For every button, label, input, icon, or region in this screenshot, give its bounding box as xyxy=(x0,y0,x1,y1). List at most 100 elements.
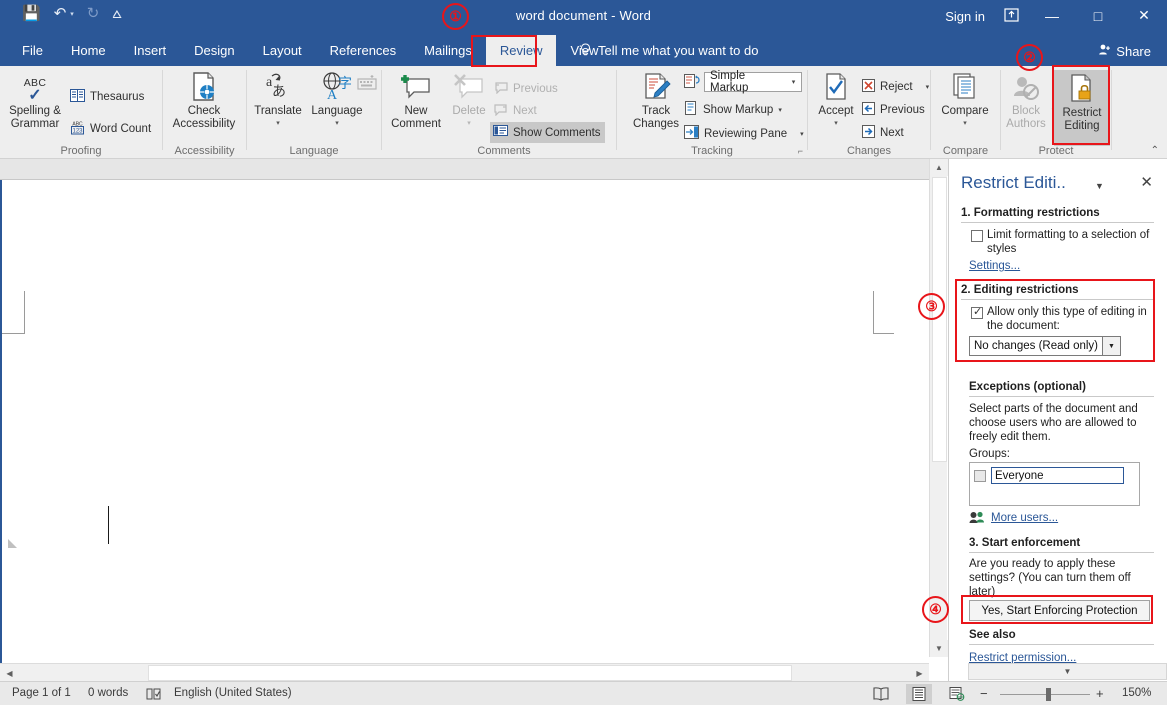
limit-formatting-checkbox[interactable] xyxy=(971,230,983,242)
compare-dropdown-icon[interactable]: ▾ xyxy=(963,119,967,127)
translate-button[interactable]: a あ Translate ▾ xyxy=(250,70,306,127)
thesaurus-button[interactable]: Thesaurus xyxy=(70,86,144,107)
thesaurus-icon xyxy=(70,88,85,105)
scroll-right-button[interactable]: ▶ xyxy=(911,665,928,681)
previous-comment-label: Previous xyxy=(513,82,558,95)
annotation-marker-1: ① xyxy=(442,3,469,30)
margin-mark xyxy=(24,291,25,333)
list-item[interactable]: Everyone xyxy=(974,467,1124,484)
word-count-button[interactable]: ABC 123 Word Count xyxy=(70,118,151,139)
document-horizontal-scrollbar[interactable]: ◀ ▶ xyxy=(0,663,929,681)
share-button[interactable]: Share xyxy=(1088,39,1161,63)
delete-comment-button[interactable]: Delete ▾ xyxy=(444,70,494,127)
markup-mode-dropdown[interactable]: Simple Markup ▾ xyxy=(704,70,802,94)
group-label-compare: Compare xyxy=(942,145,989,157)
tab-home[interactable]: Home xyxy=(57,35,120,66)
print-layout-view-button[interactable] xyxy=(906,684,932,704)
translate-dropdown-icon[interactable]: ▾ xyxy=(276,119,280,127)
zoom-out-button[interactable]: − xyxy=(980,686,988,701)
accept-button[interactable]: Accept ▾ xyxy=(810,70,862,127)
reviewing-pane-button[interactable]: Reviewing Pane ▾ xyxy=(684,123,804,144)
new-comment-button[interactable]: New Comment xyxy=(387,70,445,130)
word-count-indicator[interactable]: 0 words xyxy=(88,687,128,699)
zoom-slider-thumb[interactable] xyxy=(1046,688,1051,701)
maximize-window-button[interactable]: □ xyxy=(1075,0,1121,31)
proofing-status-icon[interactable] xyxy=(146,688,162,705)
enforce-text-line1: Are you ready to apply these xyxy=(969,558,1116,570)
zoom-level-label[interactable]: 150% xyxy=(1122,687,1151,699)
spell-check-icon: ABC ✓ xyxy=(23,77,47,104)
language-indicator[interactable]: English (United States) xyxy=(174,687,292,699)
minimize-window-button[interactable]: — xyxy=(1029,0,1075,31)
block-authors-label-line1: Block xyxy=(1011,105,1041,117)
accept-icon xyxy=(823,70,849,102)
show-comments-icon xyxy=(493,124,508,141)
new-comment-label-line2: Comment xyxy=(391,117,441,130)
check-accessibility-button[interactable]: Check Accessibility xyxy=(171,70,237,130)
spelling-label-line1: Spelling & xyxy=(9,105,61,117)
web-layout-view-button[interactable] xyxy=(944,684,970,704)
next-change-button[interactable]: Next xyxy=(862,122,904,143)
word-application-window: 💾 ↶ ▾ ↻ ⩟ word document - Word Sign in —… xyxy=(0,0,1167,705)
zoom-in-button[interactable]: + xyxy=(1096,686,1104,701)
show-markup-button[interactable]: Show Markup ▾ xyxy=(684,99,782,120)
formatting-settings-link[interactable]: Settings... xyxy=(969,260,1020,272)
document-vertical-scrollbar[interactable]: ▲ ▼ xyxy=(929,159,948,657)
tab-insert[interactable]: Insert xyxy=(120,35,181,66)
close-window-button[interactable]: ✕ xyxy=(1121,0,1167,31)
collapse-ribbon-button[interactable]: ⌃ xyxy=(1151,145,1159,156)
groups-listbox[interactable]: Everyone xyxy=(969,462,1140,506)
zoom-slider-track[interactable] xyxy=(1000,694,1090,695)
show-markup-dropdown-icon[interactable]: ▾ xyxy=(778,106,782,114)
sign-in-button[interactable]: Sign in xyxy=(945,9,985,24)
svg-text:あ: あ xyxy=(272,84,286,100)
previous-change-button[interactable]: Previous xyxy=(862,99,925,120)
document-page[interactable] xyxy=(2,181,894,681)
document-top-band xyxy=(0,159,929,180)
section-divider xyxy=(961,222,1154,223)
scroll-up-button[interactable]: ▲ xyxy=(930,159,948,176)
svg-text:字: 字 xyxy=(338,76,352,92)
pane-menu-chevron-icon[interactable]: ▼ xyxy=(1095,181,1104,191)
reject-dropdown-icon[interactable]: ▾ xyxy=(926,83,930,91)
ribbon-display-options-icon[interactable] xyxy=(1004,8,1019,25)
group-everyone-checkbox[interactable] xyxy=(974,469,986,482)
track-changes-label-line1: Track xyxy=(641,105,671,117)
previous-comment-button[interactable]: Previous xyxy=(494,78,558,99)
more-users-link[interactable]: More users... xyxy=(991,512,1058,524)
next-comment-button[interactable]: Next xyxy=(494,100,537,121)
markup-mode-icon xyxy=(684,74,701,95)
block-authors-button[interactable]: Block Authors ▾ xyxy=(1001,70,1055,130)
reviewing-pane-dropdown-icon[interactable]: ▾ xyxy=(800,130,804,138)
section-divider xyxy=(969,396,1154,397)
horizontal-scroll-thumb[interactable] xyxy=(148,665,792,681)
pane-horizontal-scrollbar[interactable]: ▼ xyxy=(968,663,1167,680)
accept-dropdown-icon[interactable]: ▾ xyxy=(834,119,838,127)
share-label: Share xyxy=(1116,43,1151,59)
lightbulb-icon xyxy=(580,42,591,59)
reject-button[interactable]: Reject ▾ xyxy=(862,76,929,97)
tab-layout[interactable]: Layout xyxy=(249,35,316,66)
delete-dropdown-icon[interactable]: ▾ xyxy=(467,119,471,127)
tab-design[interactable]: Design xyxy=(180,35,248,66)
tell-me-search[interactable]: Tell me what you want to do xyxy=(580,35,758,66)
scroll-down-button[interactable]: ▼ xyxy=(930,640,948,657)
document-title: word document - Word xyxy=(515,8,652,23)
language-dropdown-icon[interactable]: ▾ xyxy=(335,119,339,127)
show-comments-button[interactable]: Show Comments xyxy=(490,122,605,143)
spelling-and-grammar-button[interactable]: ABC ✓ Spelling & Grammar xyxy=(2,70,68,130)
page-indicator[interactable]: Page 1 of 1 xyxy=(12,687,71,699)
tab-file[interactable]: File xyxy=(8,35,57,66)
next-change-icon xyxy=(862,124,875,141)
reviewing-pane-label: Reviewing Pane xyxy=(704,127,788,140)
track-changes-button[interactable]: Track Changes ▾ xyxy=(625,70,692,130)
pane-close-button[interactable]: ✕ xyxy=(1140,173,1153,191)
tab-references[interactable]: References xyxy=(316,35,410,66)
read-mode-view-button[interactable] xyxy=(868,684,894,704)
scroll-left-button[interactable]: ◀ xyxy=(1,665,18,681)
chevron-down-icon[interactable]: ▾ xyxy=(786,78,801,86)
language-extra-icon[interactable] xyxy=(357,74,379,97)
section-divider xyxy=(969,644,1154,645)
delete-comment-icon xyxy=(453,70,485,102)
compare-button[interactable]: Compare ▾ xyxy=(933,70,997,127)
